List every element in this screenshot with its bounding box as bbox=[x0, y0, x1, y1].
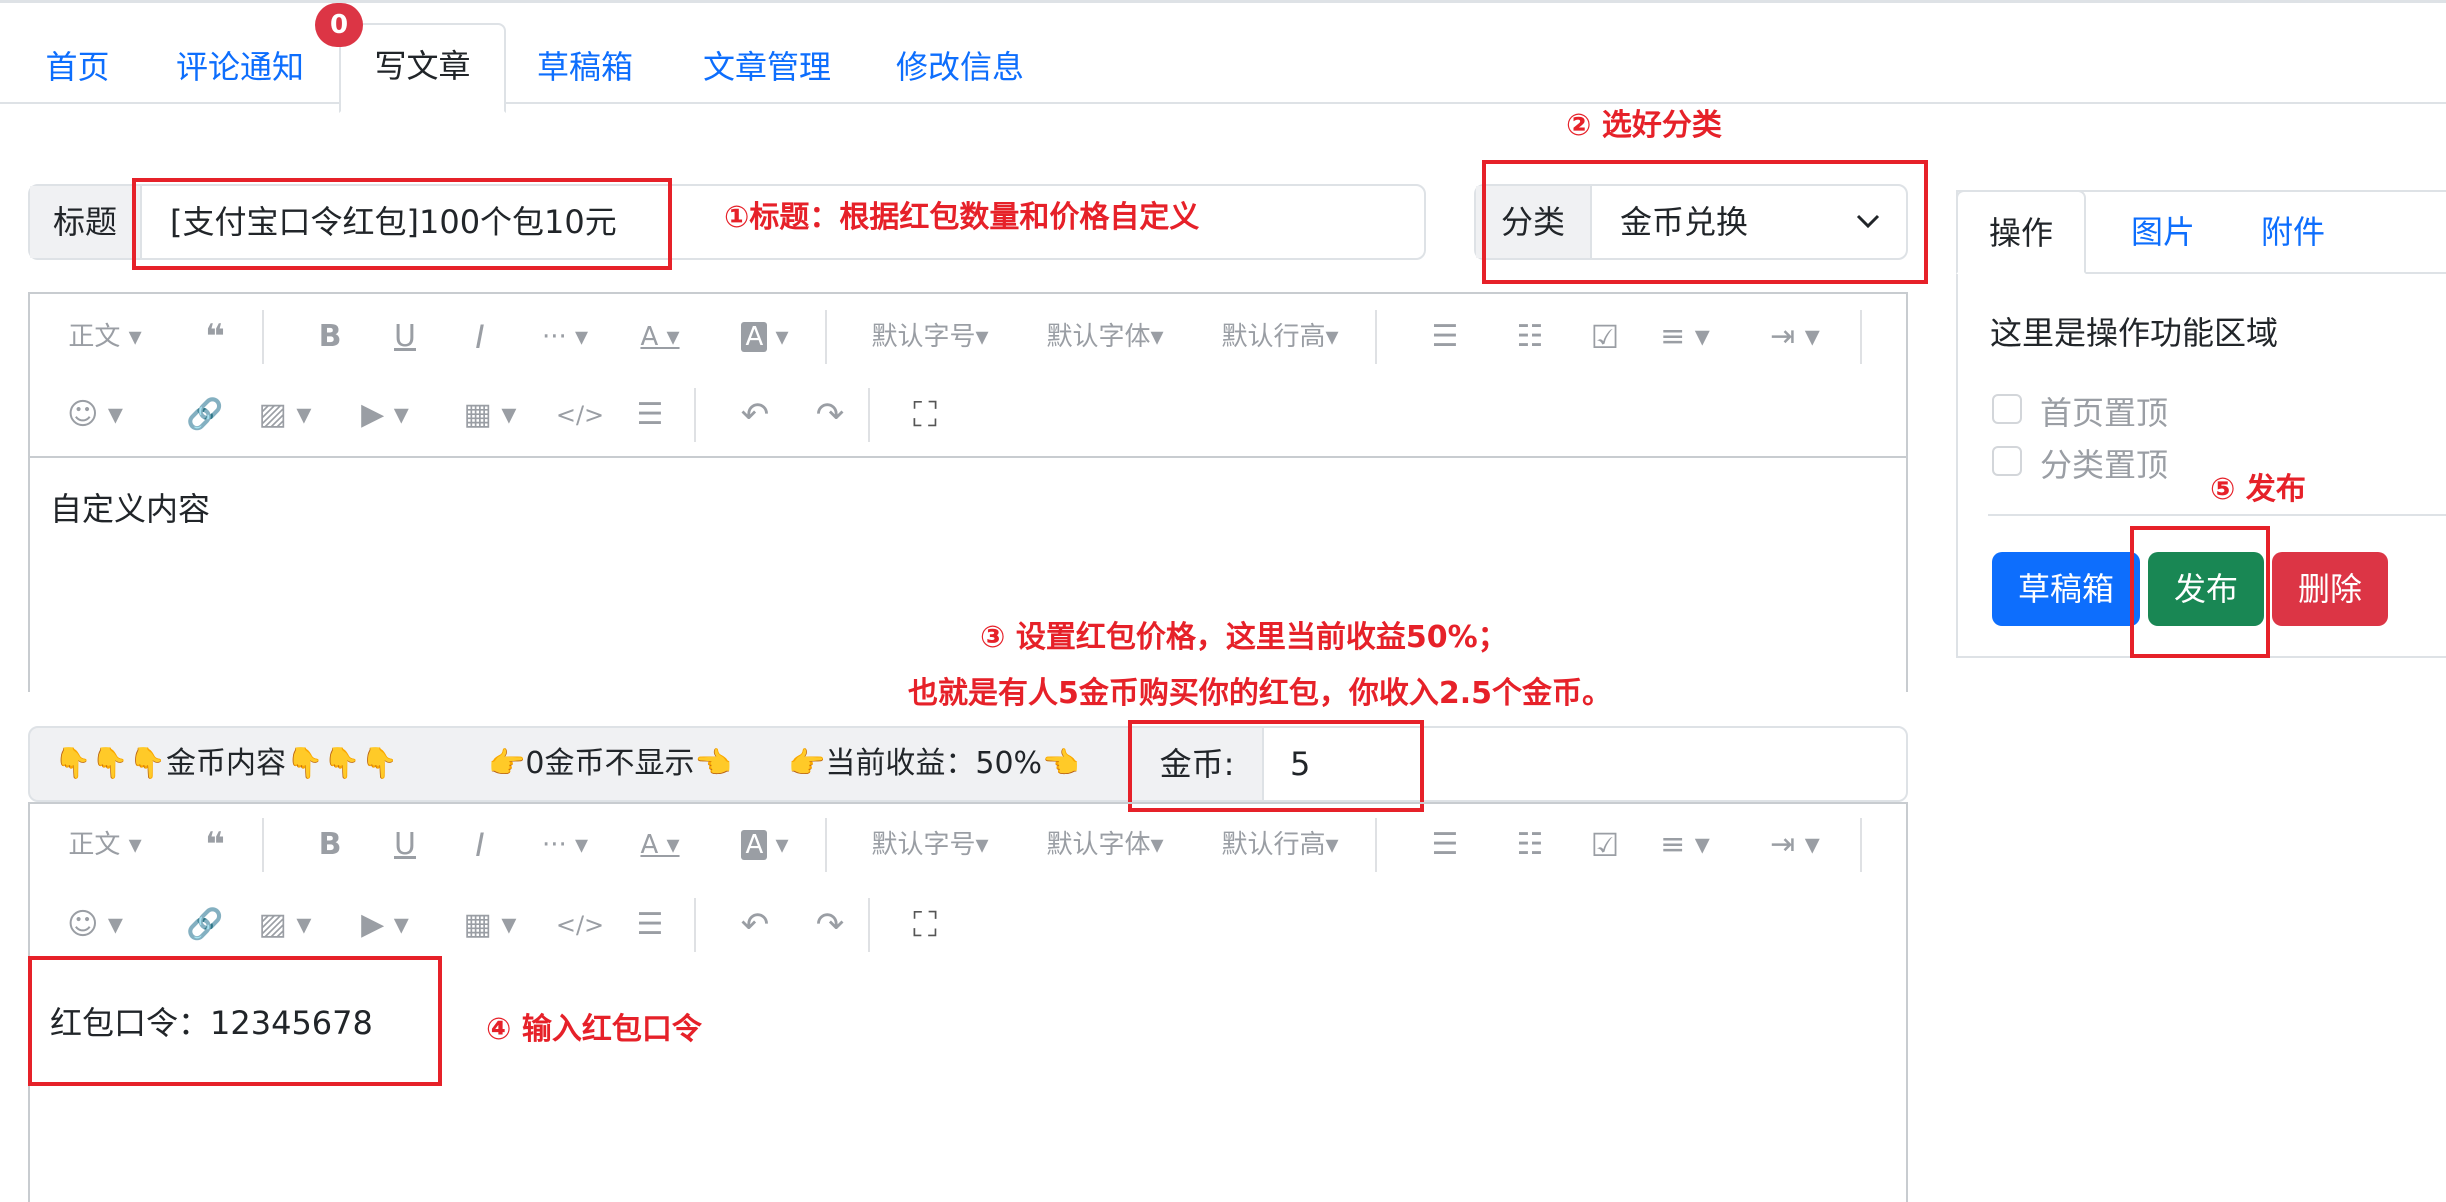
link-icon[interactable]: 🔗 bbox=[180, 376, 230, 454]
editor-content-text[interactable]: 自定义内容 bbox=[50, 484, 210, 530]
coin-content-label: 👇👇👇金币内容👇👇👇 bbox=[54, 746, 399, 781]
bold-icon[interactable]: B bbox=[310, 298, 350, 376]
pin-home-checkbox[interactable] bbox=[1992, 394, 2022, 424]
fullscreen-icon[interactable]: ⛶ bbox=[900, 886, 950, 964]
bullet-list-icon[interactable]: ☰ bbox=[1420, 806, 1470, 884]
paragraph-select[interactable]: 正文 ▾ bbox=[60, 806, 150, 884]
side-tab-attachments[interactable]: 附件 bbox=[2238, 192, 2348, 272]
todo-list-icon[interactable]: ☑ bbox=[1580, 806, 1630, 884]
side-tab-images[interactable]: 图片 bbox=[2108, 192, 2218, 272]
save-draft-button[interactable]: 草稿箱 bbox=[1992, 552, 2140, 626]
zero-coin-hint: 👉0金币不显示👈 bbox=[488, 746, 732, 781]
font-color-icon[interactable]: A ▾ bbox=[625, 806, 695, 884]
nav-tabs: 首页 评论通知 写文章 草稿箱 文章管理 修改信息 0 bbox=[0, 0, 2446, 113]
video-icon[interactable]: ▶ ▾ bbox=[340, 886, 430, 964]
numbered-list-icon[interactable]: ☷ bbox=[1505, 298, 1555, 376]
tab-article-manage[interactable]: 文章管理 bbox=[682, 27, 852, 107]
side-description: 这里是操作功能区域 bbox=[1990, 314, 2279, 352]
table-icon[interactable]: ▦ ▾ bbox=[445, 886, 535, 964]
emoji-icon[interactable]: ☺ ▾ bbox=[60, 886, 130, 964]
annotation-1: ①标题：根据红包数量和价格自定义 bbox=[724, 200, 1200, 235]
tab-home[interactable]: 首页 bbox=[20, 27, 135, 107]
line-height-select[interactable]: 默认行高▾ bbox=[1210, 806, 1350, 884]
bg-color-icon[interactable]: A ▾ bbox=[730, 298, 800, 376]
video-icon[interactable]: ▶ ▾ bbox=[340, 376, 430, 454]
code-highlight-box bbox=[28, 956, 442, 1086]
code-icon[interactable]: </> bbox=[550, 886, 610, 964]
coin-highlight-box bbox=[1128, 720, 1424, 812]
italic-icon[interactable]: I bbox=[460, 806, 500, 884]
divider-icon[interactable]: ☰ bbox=[625, 376, 675, 454]
delete-button[interactable]: 删除 bbox=[2272, 552, 2388, 626]
quote-icon[interactable]: ❝ bbox=[190, 298, 240, 376]
annotation-3-line1: ③ 设置红包价格，这里当前收益50%； bbox=[980, 620, 1508, 655]
fullscreen-icon[interactable]: ⛶ bbox=[900, 376, 950, 454]
undo-icon[interactable]: ↶ bbox=[730, 886, 780, 964]
tab-edit-info[interactable]: 修改信息 bbox=[880, 27, 1040, 107]
tab-write-article[interactable]: 写文章 bbox=[339, 23, 506, 113]
bullet-list-icon[interactable]: ☰ bbox=[1420, 298, 1470, 376]
more-style-icon[interactable]: ··· ▾ bbox=[530, 298, 600, 376]
indent-icon[interactable]: ⇥ ▾ bbox=[1760, 298, 1830, 376]
paragraph-select[interactable]: 正文 ▾ bbox=[60, 298, 150, 376]
annotation-3-line2: 也就是有人5金币购买你的红包，你收入2.5个金币。 bbox=[908, 676, 1613, 711]
font-size-select[interactable]: 默认字号▾ bbox=[860, 806, 1000, 884]
link-icon[interactable]: 🔗 bbox=[180, 886, 230, 964]
content-editor: 正文 ▾ ❝ B U I ··· ▾ A ▾ A ▾ 默认字号▾ 默认字体▾ 默… bbox=[28, 292, 1908, 692]
annotation-2: ② 选好分类 bbox=[1566, 108, 1722, 143]
category-highlight-box bbox=[1482, 160, 1928, 284]
editor2-toolbar-row2: ☺ ▾ 🔗 ▨ ▾ ▶ ▾ ▦ ▾ </> ☰ ↶ ↷ ⛶ bbox=[30, 886, 1906, 964]
tab-drafts[interactable]: 草稿箱 bbox=[520, 27, 650, 107]
indent-icon[interactable]: ⇥ ▾ bbox=[1760, 806, 1830, 884]
comment-count-badge: 0 bbox=[315, 3, 363, 47]
bold-icon[interactable]: B bbox=[310, 806, 350, 884]
divider-icon[interactable]: ☰ bbox=[625, 886, 675, 964]
table-icon[interactable]: ▦ ▾ bbox=[445, 376, 535, 454]
underline-icon[interactable]: U bbox=[385, 298, 425, 376]
title-label: 标题 bbox=[30, 186, 142, 258]
pin-category-checkbox[interactable] bbox=[1992, 446, 2022, 476]
more-style-icon[interactable]: ··· ▾ bbox=[530, 806, 600, 884]
emoji-icon[interactable]: ☺ ▾ bbox=[60, 376, 130, 454]
annotation-5: ⑤ 发布 bbox=[2210, 472, 2306, 507]
redo-icon[interactable]: ↷ bbox=[805, 376, 855, 454]
font-size-select[interactable]: 默认字号▾ bbox=[860, 298, 1000, 376]
image-icon[interactable]: ▨ ▾ bbox=[240, 376, 330, 454]
italic-icon[interactable]: I bbox=[460, 298, 500, 376]
publish-highlight-box bbox=[2130, 526, 2270, 658]
editor-toolbar-row2: ☺ ▾ 🔗 ▨ ▾ ▶ ▾ ▦ ▾ </> ☰ ↶ ↷ ⛶ bbox=[30, 376, 1906, 454]
code-icon[interactable]: </> bbox=[550, 376, 610, 454]
editor-toolbar-row1: 正文 ▾ ❝ B U I ··· ▾ A ▾ A ▾ 默认字号▾ 默认字体▾ 默… bbox=[30, 298, 1906, 376]
quote-icon[interactable]: ❝ bbox=[190, 806, 240, 884]
numbered-list-icon[interactable]: ☷ bbox=[1505, 806, 1555, 884]
bg-color-icon[interactable]: A ▾ bbox=[730, 806, 800, 884]
title-highlight-box bbox=[132, 178, 672, 270]
pin-home-label: 首页置顶 bbox=[2040, 394, 2169, 432]
pin-category-label: 分类置顶 bbox=[2040, 446, 2169, 484]
font-family-select[interactable]: 默认字体▾ bbox=[1035, 806, 1175, 884]
tab-comment-notice[interactable]: 评论通知 bbox=[155, 27, 325, 107]
image-icon[interactable]: ▨ ▾ bbox=[240, 886, 330, 964]
redo-icon[interactable]: ↷ bbox=[805, 886, 855, 964]
side-tab-actions[interactable]: 操作 bbox=[1956, 190, 2086, 274]
coin-input-group: 👇👇👇金币内容👇👇👇 👉0金币不显示👈 👉当前收益：50%👈 金币: 5 bbox=[28, 726, 1908, 802]
annotation-4: ④ 输入红包口令 bbox=[486, 1012, 702, 1047]
line-height-select[interactable]: 默认行高▾ bbox=[1210, 298, 1350, 376]
editor2-toolbar-row1: 正文 ▾ ❝ B U I ··· ▾ A ▾ A ▾ 默认字号▾ 默认字体▾ 默… bbox=[30, 806, 1906, 884]
align-icon[interactable]: ≡ ▾ bbox=[1650, 298, 1720, 376]
underline-icon[interactable]: U bbox=[385, 806, 425, 884]
undo-icon[interactable]: ↶ bbox=[730, 376, 780, 454]
todo-list-icon[interactable]: ☑ bbox=[1580, 298, 1630, 376]
align-icon[interactable]: ≡ ▾ bbox=[1650, 806, 1720, 884]
font-family-select[interactable]: 默认字体▾ bbox=[1035, 298, 1175, 376]
font-color-icon[interactable]: A ▾ bbox=[625, 298, 695, 376]
current-income-label: 👉当前收益：50%👈 bbox=[788, 746, 1080, 781]
